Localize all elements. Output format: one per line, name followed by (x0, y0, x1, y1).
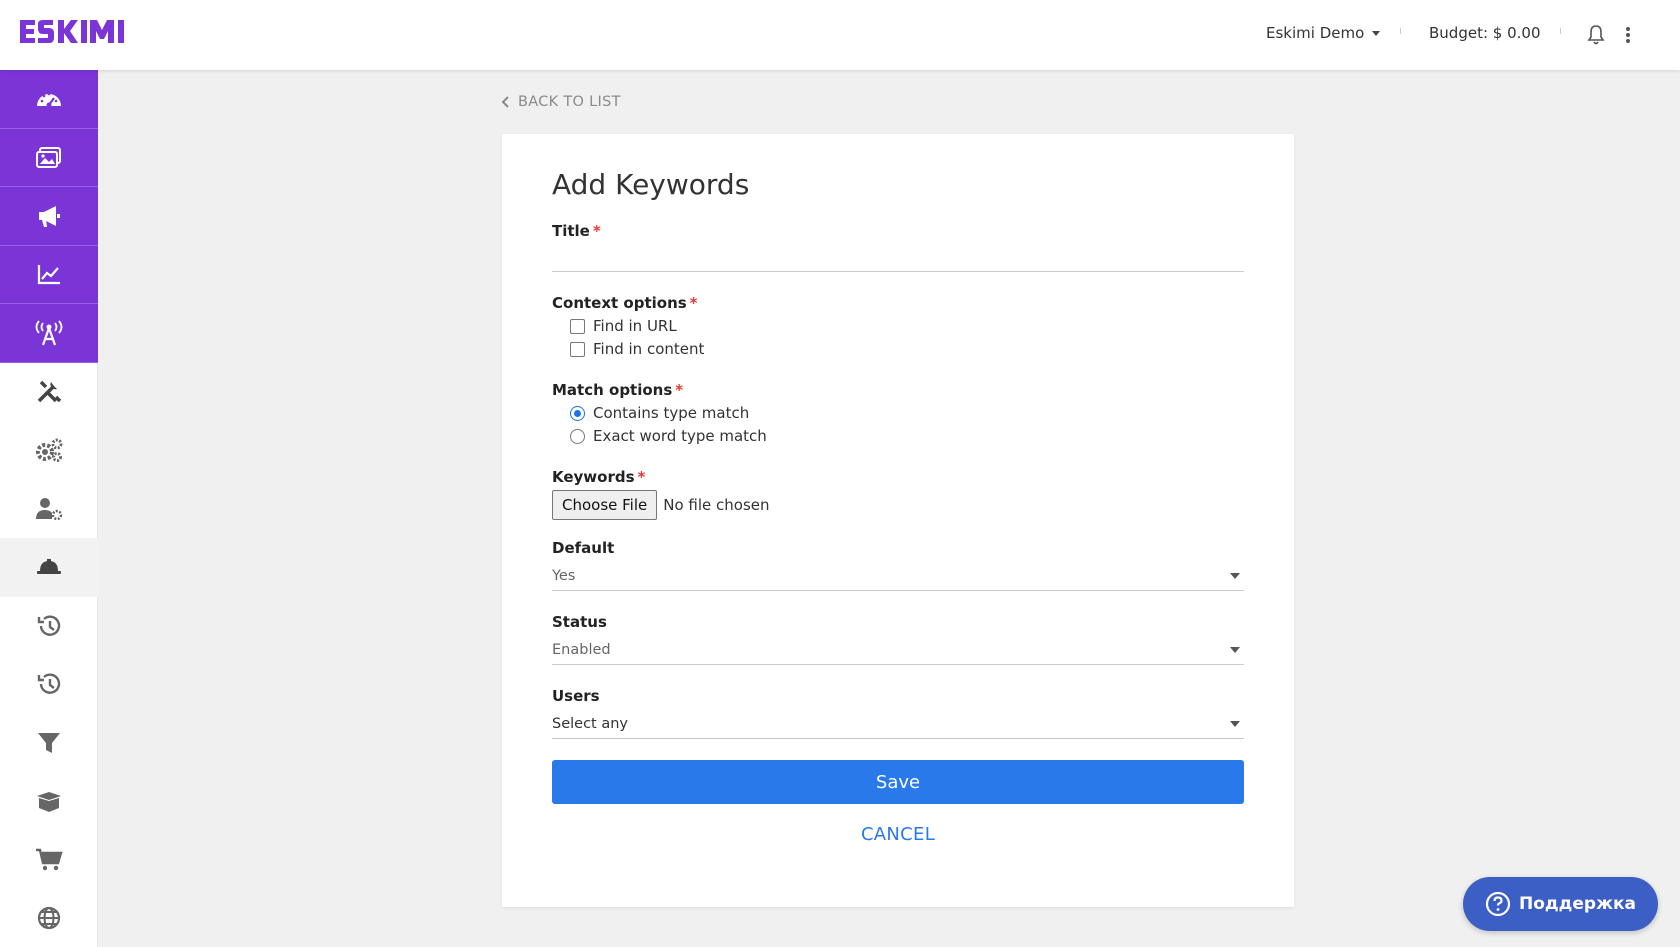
support-button[interactable]: Поддержка (1463, 877, 1658, 931)
chevron-left-icon (501, 96, 509, 108)
user-settings-icon (36, 497, 63, 520)
page-title: Add Keywords (552, 168, 750, 201)
find-in-url-label: Find in URL (593, 317, 677, 335)
contains-match-option[interactable]: Contains type match (570, 404, 749, 422)
broadcast-icon (35, 320, 63, 346)
default-label: Default (552, 539, 615, 557)
required-marker: * (592, 222, 601, 240)
chart-icon (37, 265, 60, 285)
title-label-text: Title (552, 222, 590, 240)
sidebar-item-history[interactable] (0, 597, 98, 656)
divider (1560, 28, 1561, 34)
help-icon (1485, 891, 1511, 917)
sidebar-item-packages[interactable] (0, 772, 98, 831)
globe-icon (37, 907, 61, 930)
bell-icon[interactable] (1586, 24, 1606, 46)
context-options-label-text: Context options (552, 294, 687, 312)
sidebar (0, 70, 98, 947)
budget-display: Budget: $ 0.00 (1429, 24, 1541, 42)
keywords-label: Keywords * (552, 468, 645, 486)
back-to-list-link[interactable]: BACK TO LIST (500, 94, 621, 110)
match-options-label-text: Match options (552, 381, 673, 399)
sidebar-item-keywords[interactable] (0, 538, 98, 597)
exact-match-option[interactable]: Exact word type match (570, 427, 767, 445)
sidebar-item-user-settings[interactable] (0, 480, 98, 539)
status-select-value: Enabled (552, 641, 611, 658)
title-input[interactable] (552, 244, 1244, 272)
sidebar-item-campaigns[interactable] (0, 187, 98, 246)
box-icon (37, 792, 61, 813)
find-in-content-label: Find in content (593, 340, 705, 358)
sidebar-item-settings[interactable] (0, 421, 98, 480)
cart-icon (36, 848, 63, 870)
account-dropdown[interactable]: Eskimi Demo (1266, 24, 1381, 42)
sidebar-item-broadcast[interactable] (0, 304, 98, 363)
default-select-value: Yes (552, 567, 576, 584)
status-label: Status (552, 613, 607, 631)
dashboard-icon (37, 92, 61, 108)
default-select[interactable]: Yes (552, 561, 1244, 591)
keywords-file-input: Choose File No file chosen (552, 490, 770, 520)
sidebar-item-geo[interactable] (0, 889, 98, 947)
sidebar-item-reports[interactable] (0, 245, 98, 304)
hard-hat-icon (37, 559, 61, 575)
find-in-url-option[interactable]: Find in URL (570, 317, 677, 335)
find-in-url-checkbox[interactable] (570, 318, 585, 334)
save-button[interactable]: Save (552, 760, 1244, 804)
exact-match-radio[interactable] (570, 428, 585, 444)
contains-match-radio[interactable] (570, 405, 585, 421)
cancel-button[interactable]: CANCEL (552, 824, 1244, 845)
creatives-icon (36, 147, 61, 169)
choose-file-button[interactable]: Choose File (552, 490, 658, 520)
filter-icon (38, 732, 60, 753)
history-icon (37, 673, 61, 695)
users-label: Users (552, 687, 600, 705)
contains-match-label: Contains type match (593, 404, 750, 422)
sidebar-item-history-2[interactable] (0, 655, 98, 714)
support-label: Поддержка (1519, 894, 1636, 914)
history-icon (37, 615, 61, 636)
dropdown-arrow-icon (1230, 572, 1240, 579)
sidebar-item-filters[interactable] (0, 714, 98, 773)
sidebar-item-cart[interactable] (0, 831, 98, 890)
required-marker: * (637, 468, 646, 486)
dropdown-arrow-icon (1230, 646, 1240, 653)
tools-icon (37, 380, 62, 402)
account-name: Eskimi Demo (1266, 24, 1365, 42)
title-label: Title * (552, 222, 601, 240)
keywords-label-text: Keywords (552, 468, 635, 486)
kebab-menu-icon[interactable] (1620, 24, 1636, 46)
caret-down-icon (1372, 30, 1381, 36)
required-marker: * (675, 381, 684, 399)
users-select[interactable]: Select any (552, 709, 1244, 739)
divider (1400, 28, 1401, 34)
context-options-label: Context options * (552, 294, 698, 312)
back-to-list-label: BACK TO LIST (518, 94, 621, 110)
file-status: No file chosen (663, 496, 770, 514)
status-select[interactable]: Enabled (552, 635, 1244, 665)
eskimi-logo[interactable] (18, 16, 136, 46)
match-options-label: Match options * (552, 381, 683, 399)
megaphone-icon (39, 205, 60, 227)
sidebar-item-dashboard[interactable] (0, 70, 98, 129)
sidebar-item-creatives[interactable] (0, 128, 98, 187)
exact-match-label: Exact word type match (593, 427, 767, 445)
dropdown-arrow-icon (1230, 720, 1240, 727)
form-card: Add Keywords Title * Context options * Fin… (502, 134, 1294, 907)
gears-icon (36, 438, 63, 463)
top-bar: Eskimi Demo Budget: $ 0.00 (0, 0, 1680, 70)
find-in-content-option[interactable]: Find in content (570, 340, 704, 358)
sidebar-item-tools[interactable] (0, 363, 98, 422)
required-marker: * (689, 294, 698, 312)
users-select-value: Select any (552, 715, 628, 732)
find-in-content-checkbox[interactable] (570, 341, 585, 357)
